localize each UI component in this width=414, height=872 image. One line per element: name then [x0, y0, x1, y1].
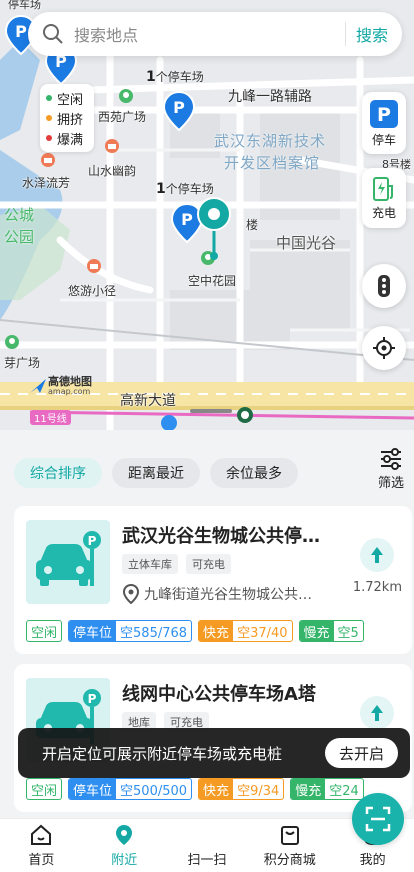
filter-icon [380, 448, 401, 470]
parking-pin-3[interactable]: P [162, 90, 196, 132]
map-label-archive-1: 武汉东湖新技术 [214, 132, 327, 150]
free-badge: 空闲 [26, 778, 63, 800]
map-label-top: 停车场 [8, 0, 41, 11]
availability-badges: 空闲 停车位 空500/500 快充 空9/34 慢充 空24 [26, 778, 370, 800]
map-label-xiyuan: 西苑广场 [98, 110, 147, 124]
traffic-button[interactable] [362, 264, 406, 308]
map-label-youyou: 悠游小径 [68, 284, 117, 298]
svg-text:P: P [173, 98, 185, 117]
amap-logo: 高德地图 amap.com [28, 376, 92, 396]
amap-logo-icon [30, 379, 46, 393]
attraction-poi-icon-3 [87, 259, 101, 273]
tab-home[interactable]: 首页 [0, 819, 83, 872]
car-thumbnail: P [26, 520, 110, 604]
lot-name: 武汉光谷生物城公共停… [122, 526, 320, 547]
filter-button[interactable]: 筛选 [378, 448, 404, 491]
navigate-button[interactable] [360, 538, 394, 572]
map-label-kongzhong: 空中花园 [188, 274, 237, 288]
svg-text:P: P [181, 210, 193, 229]
crosshair-icon [373, 337, 395, 359]
metro-poi-icon [161, 415, 177, 430]
park-poi-icon-3 [5, 335, 19, 349]
lot-tags: 立体车库 可充电 [122, 554, 239, 574]
lot-count-2: 1个停车场 [156, 181, 214, 197]
map-label-fangguang: 芽广场 [4, 356, 41, 370]
attraction-poi-icon-2 [41, 153, 55, 167]
legend-item-full: 爆满 [46, 128, 88, 148]
search-icon [43, 24, 63, 44]
park-poi-icon [119, 89, 133, 103]
svg-text:P: P [88, 534, 97, 548]
tag: 立体车库 [122, 554, 178, 574]
home-icon [31, 824, 52, 845]
legend-item-busy: 拥挤 [46, 108, 88, 128]
locate-button[interactable] [362, 326, 406, 370]
fast-charge-badge: 快充 空37/40 [198, 620, 293, 642]
tab-nearby[interactable]: 附近 [83, 819, 166, 872]
fast-charge-badge: 快充 空9/34 [198, 778, 285, 800]
lot-count-1: 1个停车场 [146, 69, 204, 85]
starbucks-poi-icon [237, 407, 253, 423]
slow-charge-badge: 慢充 空24 [290, 778, 364, 800]
scan-button[interactable] [351, 793, 404, 845]
search-input[interactable]: 搜索地点 [74, 22, 345, 46]
tag: 可充电 [186, 554, 231, 574]
traffic-light-icon [378, 275, 390, 297]
sort-tab-overall[interactable]: 综合排序 [14, 458, 102, 488]
map-label-city-1: 公城 [4, 206, 35, 224]
map-label-gaoxin: 高新大道 [120, 393, 176, 409]
parking-filter-button[interactable]: P 停车 [362, 92, 406, 154]
lot-name: 线网中心公共停车场A塔 [122, 684, 316, 705]
toast-message: 开启定位可展示附近停车场或充电桩 [42, 744, 283, 763]
bottom-tab-bar: 首页 附近 扫一扫 积分商城 我的 [0, 793, 414, 872]
legend-item-free: 空闲 [46, 88, 88, 108]
enable-location-button[interactable]: 去开启 [324, 738, 398, 768]
sort-tab-most-spaces[interactable]: 余位最多 [210, 458, 298, 488]
tab-points-mall[interactable]: 积分商城 [248, 819, 331, 872]
parking-space-badge: 停车位 空500/500 [68, 778, 193, 800]
parking-space-badge: 停车位 空585/768 [68, 620, 193, 642]
map-label-metro: 11号线 [30, 410, 71, 425]
map-label-shuize: 水泽流芳 [22, 176, 71, 190]
lot-address: 九峰街道光谷生物城公共… [122, 584, 340, 604]
charging-station-icon [373, 176, 393, 201]
location-permission-toast: 开启定位可展示附近停车场或充电桩 去开启 [18, 728, 410, 778]
charging-filter-button[interactable]: 充电 [362, 168, 406, 228]
location-pin-icon [122, 584, 140, 604]
search-bar[interactable]: 搜索地点 搜索 [28, 12, 402, 56]
map-label-shanshui: 山水幽韵 [88, 164, 137, 178]
attraction-poi-icon [105, 139, 119, 153]
location-marker-icon[interactable] [194, 196, 234, 266]
svg-text:P: P [377, 104, 391, 126]
slow-charge-badge: 慢充 空5 [298, 620, 364, 642]
svg-text:P: P [88, 692, 97, 706]
sort-tab-nearest[interactable]: 距离最近 [112, 458, 200, 488]
sort-tabs: 综合排序 距离最近 余位最多 [14, 458, 308, 488]
parking-lot-card[interactable]: P 武汉光谷生物城公共停… 立体车库 可充电 九峰街道光谷生物城公共… 1.72… [14, 506, 412, 654]
shopping-bag-icon [280, 826, 299, 845]
car-icon: P [36, 531, 101, 586]
location-pin-icon [116, 825, 133, 845]
search-button[interactable]: 搜索 [344, 22, 388, 46]
distance: 1.72km [352, 580, 402, 595]
free-badge: 空闲 [26, 620, 63, 642]
svg-text:P: P [15, 22, 27, 41]
navigate-arrow-icon [371, 705, 383, 721]
map-label-jiufeng: 九峰一路辅路 [228, 89, 312, 105]
map-label-guanggu: 中国光谷 [276, 234, 337, 252]
status-legend: 空闲 拥挤 爆满 [40, 84, 94, 152]
navigate-arrow-icon [371, 547, 383, 563]
parking-icon: P [370, 99, 398, 128]
map-label-city-2: 公园 [4, 228, 35, 246]
tab-scan[interactable]: 扫一扫 [166, 793, 404, 872]
drag-handle[interactable] [190, 409, 232, 413]
navigate-button[interactable] [360, 696, 394, 730]
scan-icon [365, 806, 390, 832]
map-view[interactable]: 停车场 西苑广场 九峰一路辅路 武汉东湖新技术 开发区档案馆 山水幽韵 水泽流芳… [0, 0, 414, 430]
availability-badges: 空闲 停车位 空585/768 快充 空37/40 慢充 空5 [26, 620, 370, 642]
map-label-archive-2: 开发区档案馆 [224, 154, 321, 172]
map-label-lou: 楼 [246, 218, 259, 232]
